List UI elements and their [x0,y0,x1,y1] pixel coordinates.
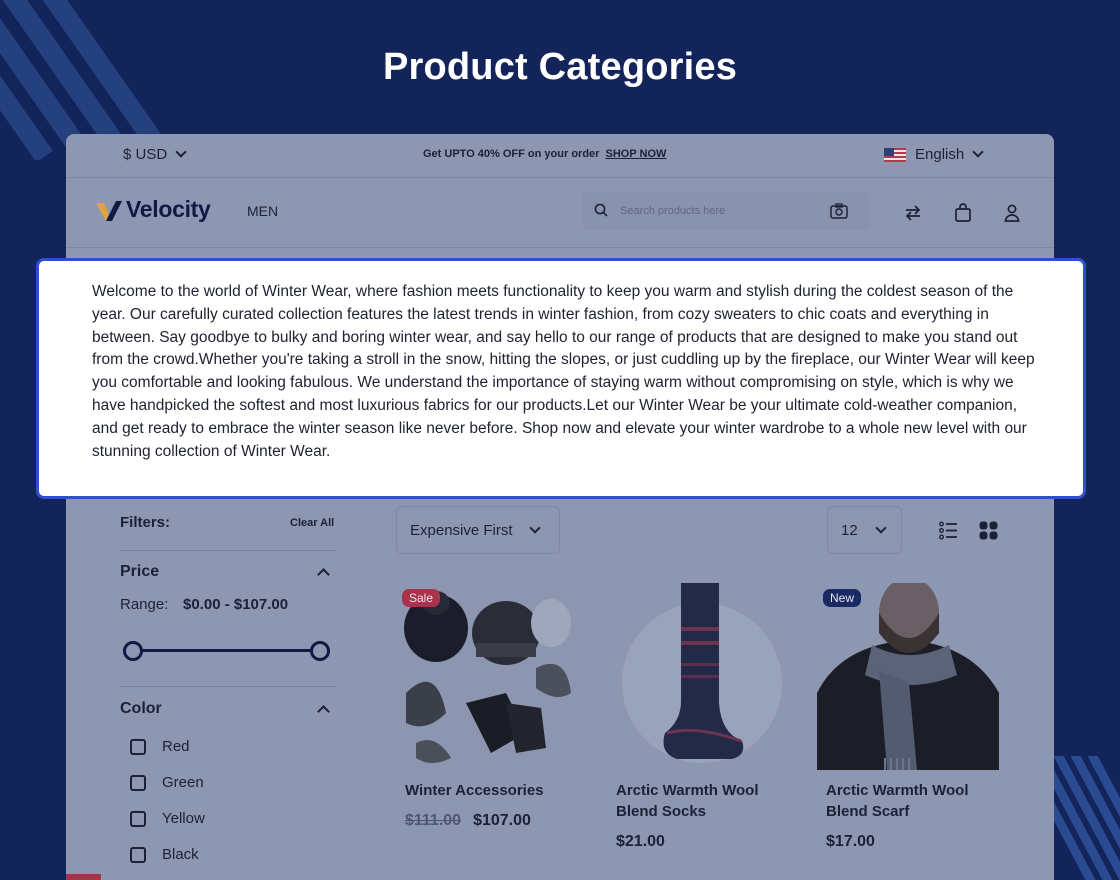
per-page-value: 12 [841,522,858,539]
product-price: $17.00 [826,833,1000,851]
clear-all-button[interactable]: Clear All [290,517,334,529]
price: $21.00 [616,833,665,850]
divider [120,686,336,687]
product-image[interactable]: Sale [396,583,578,770]
price-slider-track[interactable] [134,649,320,652]
currency-label: $ USD [123,146,168,163]
category-description: Welcome to the world of Winter Wear, whe… [92,283,1035,460]
wool-socks-photo [607,583,789,770]
list-view-icon[interactable] [939,521,958,540]
user-account-icon[interactable] [1002,203,1022,223]
product-name[interactable]: Arctic Warmth Wool Blend Scarf [826,780,1000,822]
sale-badge: Sale [402,589,441,607]
shopping-bag-icon[interactable] [953,203,973,223]
language-selector[interactable]: English [884,145,984,163]
product-name[interactable]: Winter Accessories [405,780,579,801]
new-badge: New [823,589,862,607]
product-name[interactable]: Arctic Warmth Wool Blend Socks [616,780,790,822]
sort-dropdown[interactable]: Expensive First [396,506,560,554]
chevron-down-icon [529,522,541,534]
checkbox[interactable] [130,846,146,863]
currency-selector[interactable]: $ USD [123,146,187,163]
product-price: $111.00 $107.00 [405,812,579,830]
chevron-up-icon[interactable] [317,705,330,718]
sale-price: $107.00 [473,812,531,829]
original-price: $111.00 [405,812,462,829]
color-filter-title[interactable]: Color [120,700,162,718]
top-bar: $ USD Get UPTO 40% OFF on your order SHO… [66,134,1054,178]
product-card[interactable]: Sale Winter Accessories $111.00 $107.00 [396,583,579,830]
color-option-label: Green [162,774,204,791]
product-card[interactable]: New Arctic Warmth Wool Blend Scarf $17.0… [817,583,1000,851]
color-option-label: Black [162,846,199,863]
color-option-yellow[interactable]: Yellow [130,810,205,827]
search-icon[interactable] [594,203,608,217]
winter-accessories-photo [396,583,578,770]
color-option-label: Yellow [162,810,205,827]
checkbox[interactable] [130,810,146,827]
color-option-red[interactable]: Red [130,738,190,755]
color-option-black[interactable]: Black [130,846,199,863]
chevron-up-icon[interactable] [317,568,330,581]
us-flag-icon [884,147,906,162]
promo-banner: Get UPTO 40% OFF on your order SHOP NOW [423,148,666,160]
camera-icon[interactable] [830,203,848,219]
store-screenshot: $ USD Get UPTO 40% OFF on your order SHO… [66,134,1054,880]
color-option-label: Red [162,738,190,755]
page-title: Product Categories [382,46,738,88]
grid-view-icon[interactable] [979,521,998,540]
price-slider-max-handle[interactable] [310,641,330,661]
product-image[interactable]: New [817,583,999,770]
search-input[interactable] [620,192,820,230]
price-slider-min-handle[interactable] [123,641,143,661]
compare-arrows-icon[interactable] [903,203,923,223]
velocity-logo-icon [96,200,122,221]
product-card[interactable]: Arctic Warmth Wool Blend Socks $21.00 [607,583,790,851]
brand-logo[interactable]: Velocity [96,196,211,223]
decorative-red-edge [66,874,101,880]
filters-heading: Filters: [120,514,171,531]
sort-value: Expensive First [410,522,513,539]
product-price: $21.00 [616,833,790,851]
language-label: English [915,146,965,163]
checkbox[interactable] [130,774,146,791]
chevron-down-icon [175,146,187,158]
per-page-dropdown[interactable]: 12 [827,506,902,554]
chevron-down-icon [972,145,984,158]
decorative-stripes-bottom-right [1052,756,1120,880]
nav-item-men[interactable]: MEN [247,203,278,219]
price-range-label: Range: [120,596,169,613]
search-bar [582,192,870,230]
chevron-down-icon [875,522,887,534]
product-image[interactable] [607,583,789,770]
brand-name: Velocity [126,196,211,222]
promo-text: Get UPTO 40% OFF on your order [423,148,600,160]
shop-now-link[interactable]: SHOP NOW [606,148,667,160]
price-filter-title[interactable]: Price [120,563,159,581]
wool-scarf-photo [817,583,999,770]
color-option-green[interactable]: Green [130,774,204,791]
category-description-callout: Welcome to the world of Winter Wear, whe… [36,258,1086,499]
checkbox[interactable] [130,738,146,755]
price: $17.00 [826,833,875,850]
divider [120,550,336,551]
site-header: Velocity MEN [66,178,1054,248]
price-range-value: $0.00 - $107.00 [183,596,289,613]
